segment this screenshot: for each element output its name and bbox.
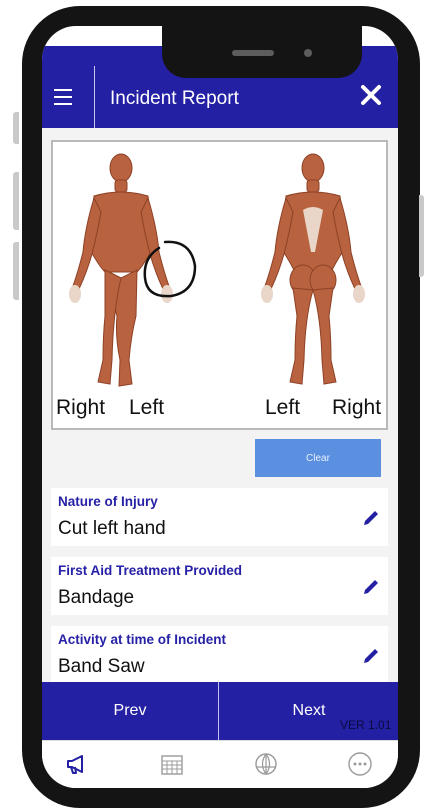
injury-mark-drawing — [143, 240, 197, 298]
phone-side-button — [13, 112, 19, 144]
field-label: First Aid Treatment Provided — [58, 563, 243, 578]
megaphone-icon[interactable] — [64, 751, 90, 777]
front-left-label: Left — [129, 396, 165, 419]
pencil-icon[interactable] — [361, 646, 381, 666]
front-right-label: Right — [56, 396, 106, 419]
pencil-icon[interactable] — [361, 577, 381, 597]
main-content: Right Left Left Right Clear Nature of In… — [42, 128, 398, 703]
phone-side-button — [419, 195, 424, 277]
more-icon[interactable] — [347, 751, 373, 777]
field-value: Bandage — [58, 587, 135, 608]
version-label: VER 1.01 — [340, 718, 392, 732]
nav-divider — [218, 682, 219, 740]
close-icon[interactable] — [358, 82, 384, 108]
phone-notch — [162, 26, 362, 78]
field-value: Band Saw — [58, 656, 145, 677]
clear-button[interactable]: Clear — [255, 439, 381, 477]
field-value: Cut left hand — [58, 518, 166, 539]
speaker — [232, 50, 274, 56]
camera — [304, 49, 312, 57]
body-diagram[interactable]: Right Left Left Right — [51, 140, 388, 430]
field-label: Activity at time of Incident — [58, 632, 227, 647]
phone-side-button — [13, 242, 19, 300]
prev-button[interactable]: Prev — [42, 682, 218, 740]
back-right-label: Right — [332, 396, 382, 419]
page-title: Incident Report — [110, 88, 239, 109]
back-body-figure — [261, 153, 365, 385]
phone-side-button — [13, 172, 19, 230]
globe-icon[interactable] — [253, 751, 279, 777]
tab-bar — [42, 740, 398, 788]
app-screen: Incident Report Right Left Left Right Cl… — [42, 26, 398, 788]
calendar-icon[interactable] — [159, 751, 185, 777]
field-activity-at-time[interactable]: Activity at time of Incident Band Saw — [51, 626, 388, 684]
field-first-aid-treatment[interactable]: First Aid Treatment Provided Bandage — [51, 557, 388, 615]
field-label: Nature of Injury — [58, 494, 158, 509]
back-left-label: Left — [265, 396, 301, 419]
menu-icon[interactable] — [50, 84, 76, 110]
field-nature-of-injury[interactable]: Nature of Injury Cut left hand — [51, 488, 388, 546]
bottom-nav: Prev Next VER 1.01 — [42, 682, 398, 740]
pencil-icon[interactable] — [361, 508, 381, 528]
header-divider — [94, 66, 95, 128]
